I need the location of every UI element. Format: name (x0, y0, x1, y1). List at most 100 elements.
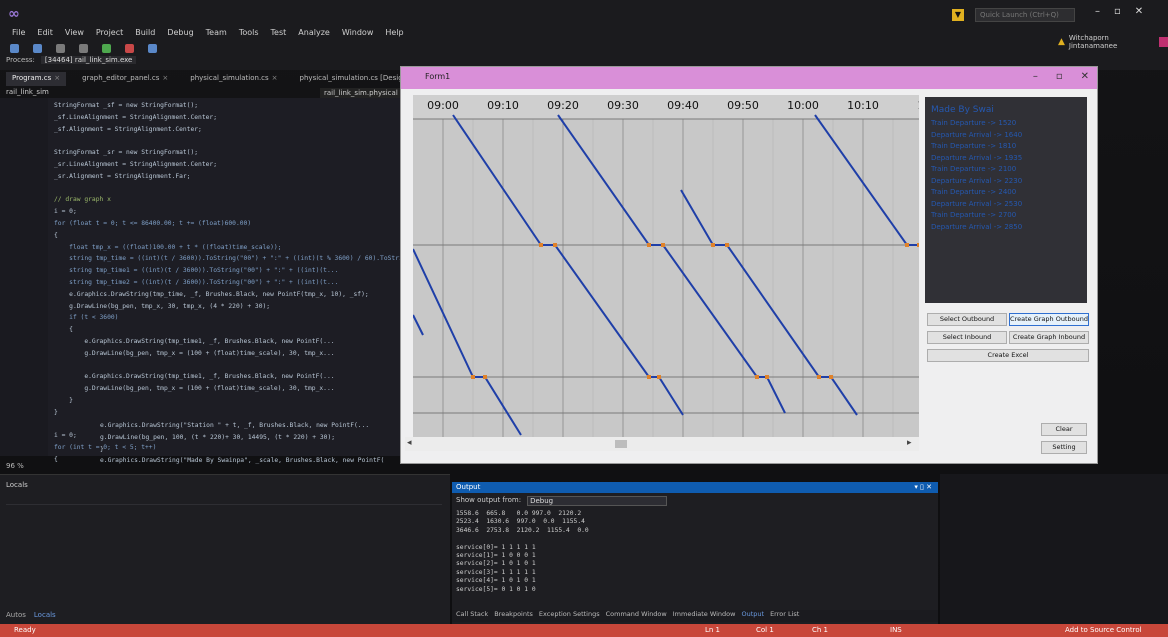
document-tab[interactable]: Program.cs × (6, 72, 67, 86)
app-window-controls: – ▫ ✕ (1033, 71, 1089, 82)
restart-icon[interactable] (148, 43, 157, 53)
avatar (1158, 37, 1168, 47)
forward-icon[interactable] (33, 43, 42, 53)
tab-close-icon[interactable]: × (162, 74, 168, 82)
clear-button[interactable]: Clear (1041, 423, 1087, 436)
menu-item-build[interactable]: Build (129, 28, 161, 42)
output-pin-icon[interactable]: ▾ ▯ ✕ (914, 483, 932, 491)
scroll-left-icon[interactable]: ◂ (407, 438, 412, 448)
minimize-icon[interactable]: – (1095, 6, 1100, 17)
tab-call-stack[interactable]: Call Stack (456, 610, 488, 622)
output-line: service[5]= 0 1 0 1 0 (456, 585, 536, 593)
dwell-marker (657, 375, 661, 379)
tab-locals[interactable]: Locals (34, 611, 56, 619)
output-panel: Output ▾ ▯ ✕ Show output from: Debug 155… (452, 482, 938, 624)
result-line: Train Departure -> 2700 (931, 211, 1017, 219)
dwell-marker (661, 243, 665, 247)
quick-launch-input[interactable]: Quick Launch (Ctrl+Q) (975, 8, 1075, 22)
tab-breakpoints[interactable]: Breakpoints (494, 610, 533, 622)
project-dropdown[interactable]: rail_link_sim (6, 88, 49, 96)
dwell-marker (553, 243, 557, 247)
menu-item-edit[interactable]: Edit (31, 28, 59, 42)
dwell-marker (755, 375, 759, 379)
graph-horizontal-scrollbar[interactable]: ◂ ▸ (405, 437, 919, 451)
output-line: service[3]= 1 1 1 1 1 (456, 568, 536, 576)
result-line: Departure Arrival -> 2530 (931, 199, 1023, 208)
create-graph-outbound-button[interactable]: Create Graph Outbound (1009, 313, 1089, 326)
create-excel-button[interactable]: Create Excel (927, 349, 1089, 362)
train-diagram[interactable]: 09:00 09:10 09:20 09:30 09:40 09:50 10:00 10:10… (413, 95, 919, 437)
save-icon[interactable] (56, 43, 65, 53)
result-line: Departure Arrival -> 2850 (931, 222, 1023, 231)
result-title: Made By Swai (931, 105, 994, 115)
continue-icon[interactable] (102, 43, 111, 53)
train-path (814, 114, 919, 246)
dwell-marker (905, 243, 909, 247)
visual-studio-logo-icon: ∞ (8, 6, 20, 22)
document-tab[interactable]: graph_editor_panel.cs × (76, 72, 174, 86)
dwell-marker (817, 375, 821, 379)
show-output-dropdown[interactable]: Debug (527, 496, 668, 506)
menu-item-project[interactable]: Project (90, 28, 129, 42)
output-line: 2523.4 1630.6 997.0 0.0 1155.4 (456, 518, 585, 526)
output-line: service[1]= 1 0 0 0 1 (456, 551, 536, 559)
time-label: 09:50 (727, 99, 759, 112)
process-dropdown[interactable]: [34464] rail_link_sim.exe (40, 56, 137, 64)
menu-item-window[interactable]: Window (336, 28, 380, 42)
locals-panel: Locals Autos Locals (0, 474, 450, 624)
stop-icon[interactable] (125, 43, 134, 53)
dwell-marker (725, 243, 729, 247)
menu-bar: File Edit View Project Build Debug Team Tools Te… (6, 28, 410, 42)
tab-immediate-window[interactable]: Immediate Window (673, 610, 736, 622)
user-area[interactable]: ▲ Witchaporn Jintanamanee (1058, 34, 1168, 50)
maximize-icon[interactable]: ▫ (1114, 6, 1121, 17)
app-close-icon[interactable]: ✕ (1081, 71, 1089, 82)
tab-close-icon[interactable]: × (272, 74, 278, 82)
train-diagram-svg: 09:00 09:10 09:20 09:30 09:40 09:50 10:00 10:10… (413, 95, 919, 437)
process-label: Process: (6, 56, 35, 64)
create-graph-inbound-button[interactable]: Create Graph Inbound (1009, 331, 1089, 344)
select-inbound-button[interactable]: Select Inbound (927, 331, 1007, 344)
select-outbound-button[interactable]: Select Outbound (927, 313, 1007, 326)
tab-exception-settings[interactable]: Exception Settings (539, 610, 600, 622)
document-tab[interactable]: physical_simulation.cs × (184, 72, 283, 86)
scroll-thumb[interactable] (615, 440, 627, 448)
dwell-marker (647, 375, 651, 379)
menu-item-test[interactable]: Test (265, 28, 293, 42)
back-icon[interactable] (10, 43, 19, 53)
member-dropdown[interactable]: rail_link_sim.physical (320, 88, 402, 98)
app-maximize-icon[interactable]: ▫ (1056, 71, 1063, 82)
zoom-level[interactable]: 96 % (6, 462, 24, 470)
document-tab-label: graph_editor_panel.cs (82, 74, 160, 82)
menu-item-debug[interactable]: Debug (161, 28, 199, 42)
save-all-icon[interactable] (79, 43, 88, 53)
close-icon[interactable]: ✕ (1135, 6, 1143, 17)
tab-autos[interactable]: Autos (6, 611, 26, 619)
document-tab-label: physical_simulation.cs [Design] (299, 74, 410, 82)
scroll-right-icon[interactable]: ▸ (907, 438, 912, 448)
app-title: Form1 (425, 72, 451, 81)
time-label: 09:30 (607, 99, 639, 112)
menu-item-team[interactable]: Team (200, 28, 233, 42)
show-output-label: Show output from: (456, 496, 522, 504)
menu-item-file[interactable]: File (6, 28, 31, 42)
menu-item-view[interactable]: View (59, 28, 90, 42)
setting-button[interactable]: Setting (1041, 441, 1087, 454)
show-output-from: Show output from: Debug (456, 496, 668, 506)
tab-error-list[interactable]: Error List (770, 610, 799, 622)
tab-output[interactable]: Output (741, 610, 764, 622)
result-textbox[interactable]: Made By Swai Train Departure -> 1520 Depa… (925, 97, 1087, 303)
train-path (557, 114, 786, 414)
app-minimize-icon[interactable]: – (1033, 71, 1038, 82)
code-line: g.DrawLine(bg_pen, 100, (t * 220)+ 30, 1… (100, 433, 336, 441)
filter-icon[interactable]: ▼ (952, 9, 964, 21)
menu-item-help[interactable]: Help (379, 28, 409, 42)
tab-close-icon[interactable]: × (54, 74, 60, 82)
menu-item-analyze[interactable]: Analyze (292, 28, 336, 42)
add-to-source-control[interactable]: Add to Source Control (1065, 626, 1142, 634)
tab-command-window[interactable]: Command Window (606, 610, 667, 622)
app-window: Form1 – ▫ ✕ 09:00 09:10 09:20 09:30 09:40 09:… (400, 66, 1098, 464)
dwell-marker (765, 375, 769, 379)
code-line: } (100, 445, 104, 453)
menu-item-tools[interactable]: Tools (233, 28, 265, 42)
